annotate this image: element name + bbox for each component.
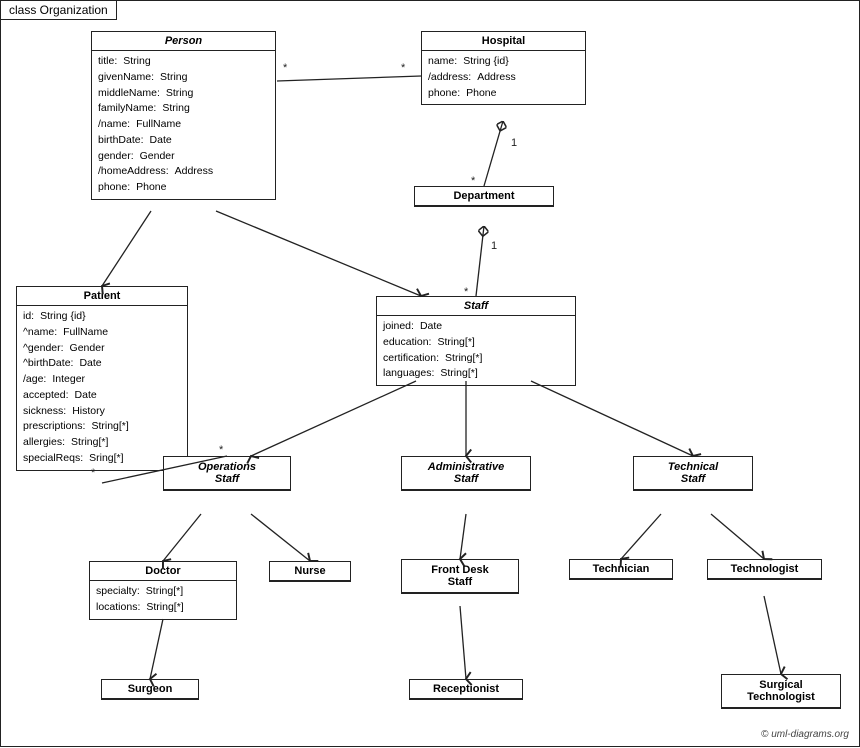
svg-text:*: * [401,62,406,74]
class-staff-header: Staff [377,297,575,316]
class-technician: Technician [569,559,673,580]
class-doctor-header: Doctor [90,562,236,581]
svg-text:1: 1 [491,240,497,252]
copyright: © uml-diagrams.org [761,729,849,740]
svg-text:1: 1 [511,137,517,149]
class-person-header: Person [92,32,275,51]
class-operations-staff: OperationsStaff [163,456,291,491]
class-person: Person title:String givenName:String mid… [91,31,276,200]
svg-text:*: * [219,444,224,456]
class-patient-header: Patient [17,287,187,306]
class-nurse: Nurse [269,561,351,582]
class-technologist: Technologist [707,559,822,580]
class-hospital: Hospital name:String {id} /address:Addre… [421,31,586,105]
diagram-title: class Organization [1,1,117,20]
class-doctor-body: specialty:String[*] locations:String[*] [90,581,236,619]
class-nurse-header: Nurse [270,562,350,581]
diagram-container: class Organization Person title:String g… [0,0,860,747]
class-surgical-tech: SurgicalTechnologist [721,674,841,709]
class-surgeon-header: Surgeon [102,680,198,699]
svg-text:*: * [283,62,288,74]
class-department-header: Department [415,187,553,206]
class-tech-staff-header: TechnicalStaff [634,457,752,490]
class-receptionist: Receptionist [409,679,523,700]
class-hospital-header: Hospital [422,32,585,51]
class-technologist-header: Technologist [708,560,821,579]
class-technician-header: Technician [570,560,672,579]
class-technical-staff: TechnicalStaff [633,456,753,491]
class-person-body: title:String givenName:String middleName… [92,51,275,199]
class-surgeon: Surgeon [101,679,199,700]
class-hospital-body: name:String {id} /address:Address phone:… [422,51,585,104]
class-receptionist-header: Receptionist [410,680,522,699]
class-ops-header: OperationsStaff [164,457,290,490]
class-patient: Patient id:String {id} ^name:FullName ^g… [16,286,188,471]
class-doctor: Doctor specialty:String[*] locations:Str… [89,561,237,620]
class-patient-body: id:String {id} ^name:FullName ^gender:Ge… [17,306,187,470]
class-department: Department [414,186,554,207]
class-surgical-tech-header: SurgicalTechnologist [722,675,840,708]
class-staff-body: joined:Date education:String[*] certific… [377,316,575,385]
class-admin-header: AdministrativeStaff [402,457,530,490]
class-staff: Staff joined:Date education:String[*] ce… [376,296,576,386]
class-admin-staff: AdministrativeStaff [401,456,531,491]
class-front-desk-header: Front DeskStaff [402,560,518,593]
class-front-desk: Front DeskStaff [401,559,519,594]
